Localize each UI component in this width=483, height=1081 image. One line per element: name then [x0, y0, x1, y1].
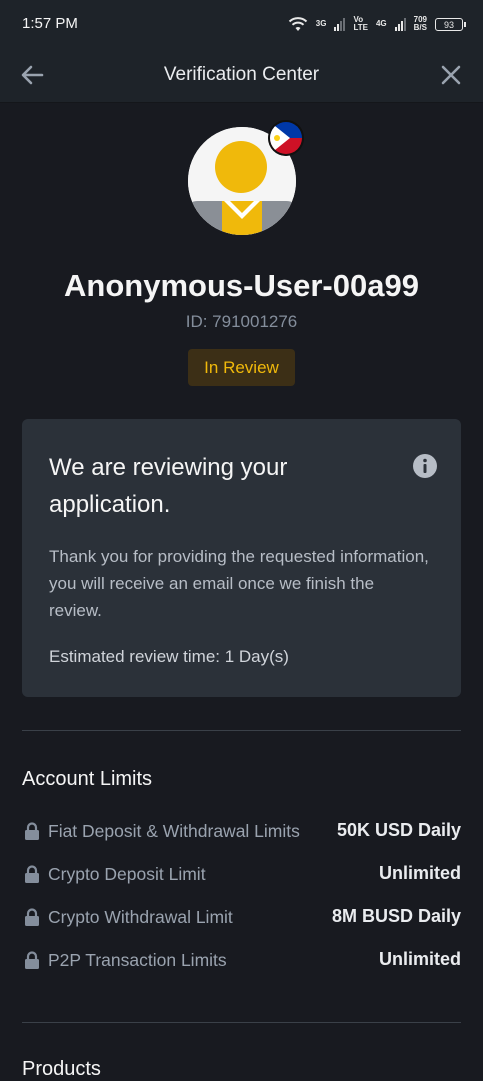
network-3g: 3G	[315, 19, 327, 28]
review-card: We are reviewing your application. Thank…	[22, 419, 461, 697]
network-4g: 4G	[375, 19, 387, 28]
close-icon[interactable]	[437, 61, 465, 89]
limit-label: Crypto Deposit Limit	[48, 864, 206, 884]
status-icons: 3G Vo LTE 4G 709 B/S 93	[288, 12, 466, 36]
lock-icon	[25, 951, 39, 969]
limit-value: Unlimited	[378, 863, 461, 883]
status-bar: 1:57 PM 3G Vo LTE 4G 709 B/S 93	[0, 0, 483, 48]
limit-row: Crypto Withdrawal Limit 8M BUSD Daily	[22, 903, 461, 933]
limit-row: Crypto Deposit Limit Unlimited	[22, 860, 461, 890]
status-time: 1:57 PM	[22, 15, 78, 32]
review-description: Thank you for providing the requested in…	[49, 547, 429, 620]
limit-label: Crypto Withdrawal Limit	[48, 907, 233, 927]
info-icon[interactable]	[413, 454, 437, 478]
limit-label: P2P Transaction Limits	[48, 950, 227, 970]
top-bar: Verification Center	[0, 48, 483, 103]
user-id: ID: 791001276	[185, 312, 298, 331]
page-title: Verification Center	[163, 64, 320, 85]
lock-icon	[25, 908, 39, 926]
network-speed: 709 B/S	[413, 15, 427, 32]
wifi-icon	[288, 17, 307, 31]
limit-row: P2P Transaction Limits Unlimited	[22, 946, 461, 976]
limit-value: Unlimited	[378, 949, 461, 969]
limit-value: 8M BUSD Daily	[331, 906, 461, 926]
review-estimate: Estimated review time: 1 Day(s)	[49, 647, 289, 666]
network-volte: Vo LTE	[353, 15, 368, 32]
lock-icon	[25, 865, 39, 883]
battery-icon: 93	[435, 17, 466, 31]
signal-bars-icon	[334, 17, 346, 31]
divider	[22, 1022, 461, 1023]
account-limits-title: Account Limits	[22, 768, 153, 790]
status-badge: In Review	[188, 349, 295, 386]
review-heading: We are reviewing your application.	[49, 454, 288, 518]
lock-icon	[25, 822, 39, 840]
philippines-flag-icon	[268, 120, 304, 156]
limit-row: Fiat Deposit & Withdrawal Limits 50K USD…	[22, 817, 461, 847]
signal-bars-icon	[394, 17, 406, 31]
products-title: Products	[22, 1058, 101, 1080]
username: Anonymous-User-00a99	[64, 268, 419, 303]
limit-label: Fiat Deposit & Withdrawal Limits	[48, 821, 300, 841]
limit-value: 50K USD Daily	[336, 820, 461, 840]
divider	[22, 730, 461, 731]
